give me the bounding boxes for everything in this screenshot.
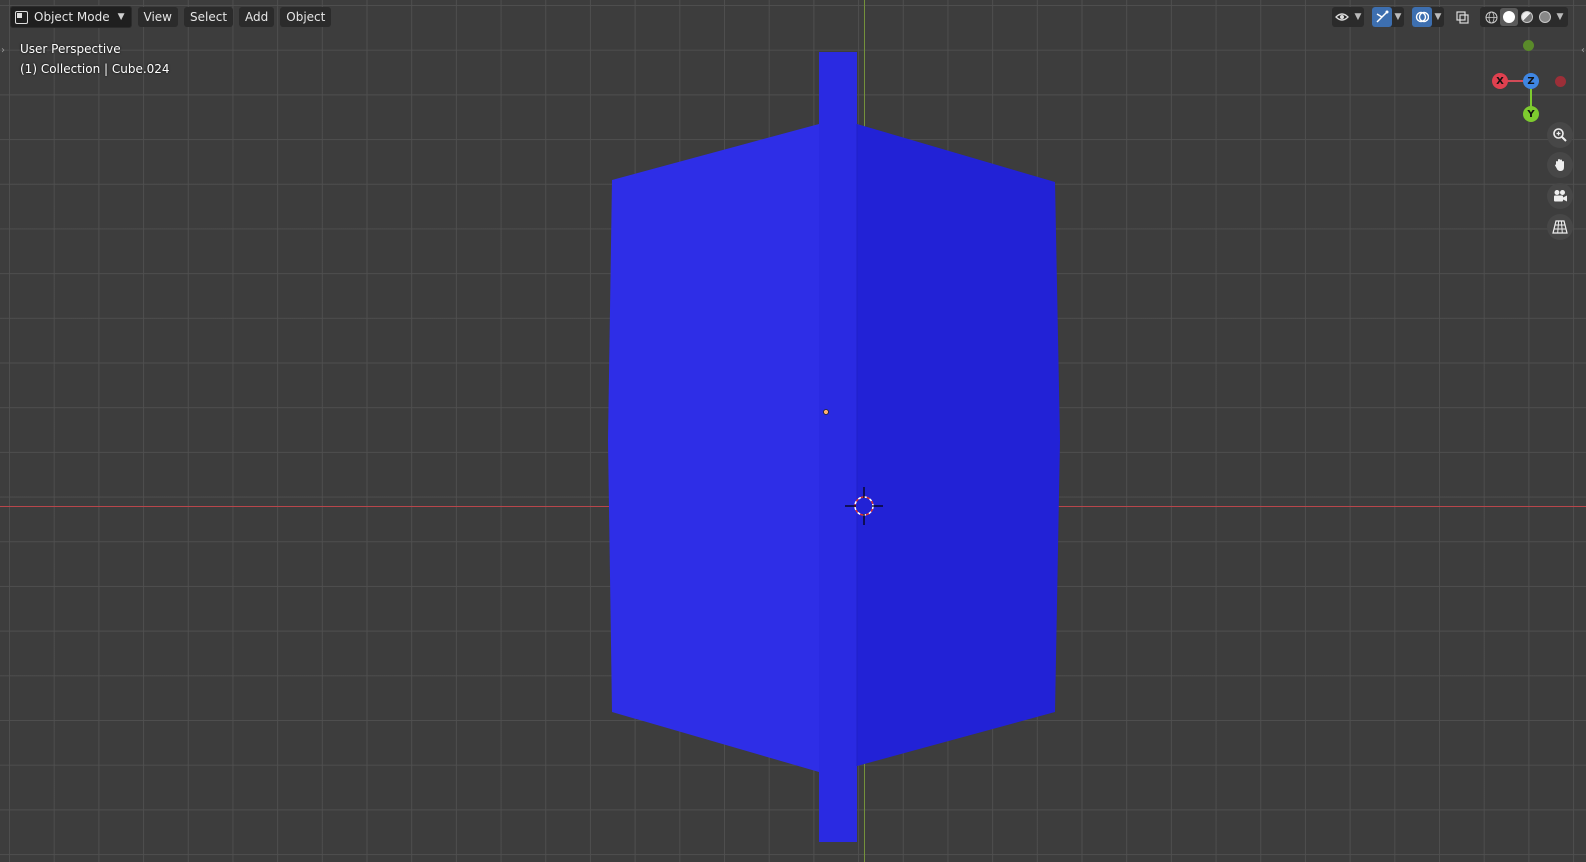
- visibility-icon[interactable]: [1332, 7, 1352, 27]
- menu-object[interactable]: Object: [280, 7, 332, 27]
- gizmo-y-axis[interactable]: Y: [1523, 106, 1539, 122]
- gizmo-group[interactable]: ▼: [1372, 7, 1404, 27]
- shading-group[interactable]: ▼: [1480, 7, 1568, 27]
- chevron-down-icon[interactable]: ▼: [1352, 7, 1364, 27]
- zoom-icon[interactable]: [1547, 122, 1573, 148]
- xray-icon[interactable]: [1452, 7, 1472, 27]
- hand-pan-icon[interactable]: [1547, 152, 1573, 178]
- sidebar-expand-arrow[interactable]: ‹: [1581, 45, 1585, 56]
- chevron-down-icon[interactable]: ▼: [1432, 7, 1444, 27]
- material-shading-icon[interactable]: [1518, 8, 1536, 26]
- wireframe-shading-icon[interactable]: [1482, 8, 1500, 26]
- object-right-face[interactable]: [857, 124, 1060, 766]
- chevron-down-icon[interactable]: ▼: [1554, 7, 1566, 27]
- object-mode-label: Object Mode: [34, 10, 110, 24]
- gizmo-toggle-icon[interactable]: [1372, 7, 1392, 27]
- visibility-group[interactable]: ▼: [1332, 7, 1364, 27]
- solid-shading-icon[interactable]: [1500, 8, 1518, 26]
- chevron-down-icon[interactable]: ▼: [1392, 7, 1404, 27]
- object-center-pillar[interactable]: [819, 52, 857, 842]
- gizmo-z-axis[interactable]: Z: [1523, 73, 1539, 89]
- scene-3d-object[interactable]: [0, 0, 1586, 862]
- camera-icon[interactable]: [1547, 183, 1573, 209]
- active-object-label: (1) Collection | Cube.024: [20, 62, 170, 76]
- gizmo-y-negative[interactable]: [1523, 40, 1534, 51]
- overlay-group[interactable]: ▼: [1412, 7, 1444, 27]
- object-mode-dropdown[interactable]: Object Mode ▼: [10, 6, 132, 28]
- gizmo-x-negative[interactable]: [1555, 76, 1566, 87]
- navigation-gizmo[interactable]: X Z Y: [1490, 40, 1570, 124]
- chevron-down-icon: ▼: [117, 12, 125, 22]
- overlay-toggle-icon[interactable]: [1412, 7, 1432, 27]
- gizmo-x-axis[interactable]: X: [1492, 73, 1508, 89]
- object-left-face[interactable]: [608, 124, 819, 772]
- header-right-tools: ▼ ▼ ▼ ▼: [1326, 7, 1568, 27]
- menu-select[interactable]: Select: [184, 7, 234, 27]
- rendered-shading-icon[interactable]: [1536, 8, 1554, 26]
- menu-view[interactable]: View: [137, 7, 178, 27]
- view-perspective-label: User Perspective: [20, 42, 121, 56]
- viewport-info-overlay: User Perspective (1) Collection | Cube.0…: [20, 39, 170, 79]
- menu-add[interactable]: Add: [239, 7, 275, 27]
- object-origin-dot: [823, 409, 829, 415]
- object-mode-icon: [15, 10, 28, 24]
- grid-ortho-icon[interactable]: [1547, 214, 1573, 240]
- toolbar-expand-arrow[interactable]: ›: [1, 45, 5, 56]
